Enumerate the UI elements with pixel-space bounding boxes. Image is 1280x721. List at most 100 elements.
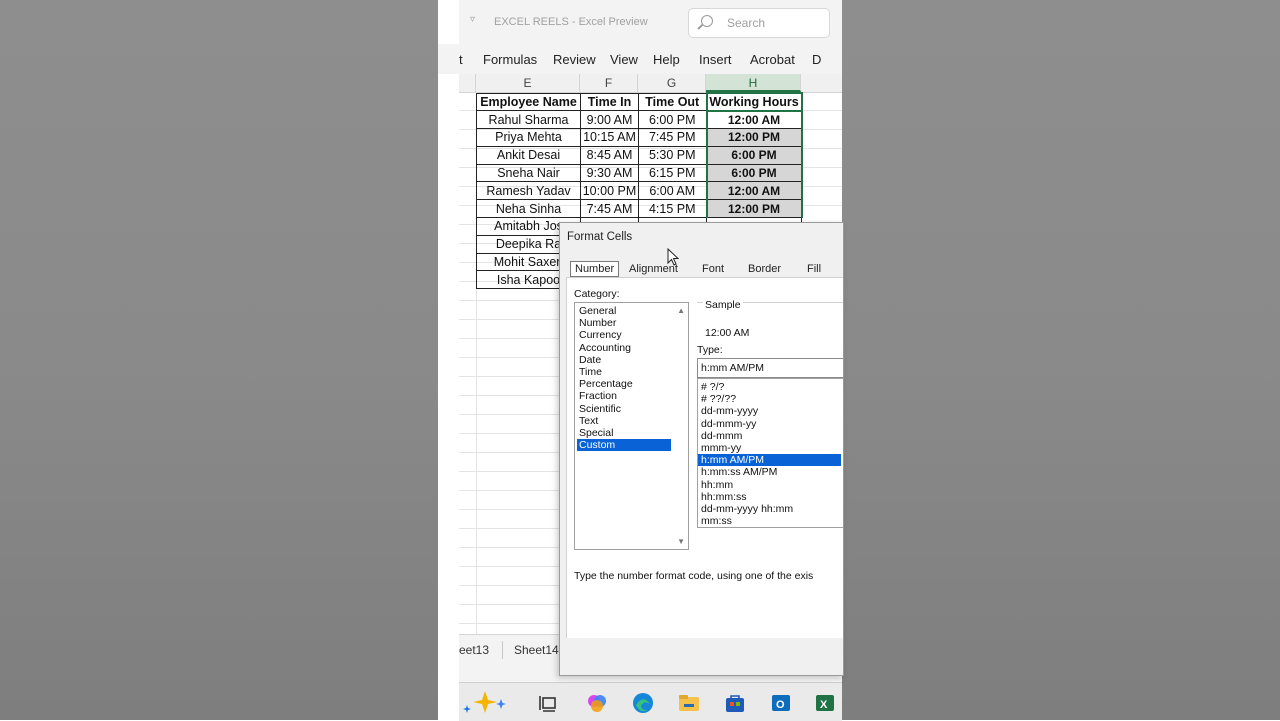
ribbon-tab-acrobat[interactable]: Acrobat [750, 52, 795, 67]
type-item[interactable]: mmm-yy [698, 442, 841, 454]
working-hours-cell[interactable]: 12:00 PM [705, 199, 803, 219]
category-item[interactable]: Text [577, 415, 671, 427]
ribbon-tab-insert[interactable]: Insert [699, 52, 732, 67]
table-cell[interactable]: Ramesh Yadav [476, 181, 581, 201]
category-item[interactable]: Fraction [577, 390, 671, 402]
sheet-tab[interactable]: Sheet14 [514, 643, 559, 657]
header-cell[interactable]: Time In [580, 92, 639, 112]
ribbon-tab-review[interactable]: Review [553, 52, 596, 67]
table-cell[interactable]: Sneha Nair [476, 163, 581, 183]
category-item[interactable]: Scientific [577, 403, 671, 415]
type-item[interactable]: hh:mm [698, 479, 841, 491]
copilot-icon[interactable] [461, 689, 511, 715]
table-cell[interactable]: 7:45 AM [580, 199, 639, 219]
dialog-tab-fill[interactable]: Fill [807, 263, 821, 275]
ribbon-tab-view[interactable]: View [610, 52, 638, 67]
dialog-tab-bar: Number Alignment Font Border Fill [566, 259, 843, 279]
dialog-tab-number[interactable]: Number [570, 261, 620, 277]
excel-icon[interactable]: X [814, 692, 836, 714]
ribbon-tab-partial[interactable]: t [459, 52, 463, 67]
table-cell[interactable]: Priya Mehta [476, 128, 581, 147]
type-input[interactable]: h:mm AM/PM [697, 358, 843, 378]
header-cell[interactable]: Employee Name [476, 92, 581, 112]
dialog-tab-font[interactable]: Font [702, 263, 724, 275]
table-cell[interactable]: 6:15 PM [638, 163, 707, 183]
type-item[interactable]: dd-mm-yyyy hh:mm [698, 503, 841, 515]
outlook-icon[interactable]: O [770, 692, 792, 714]
category-item[interactable]: Accounting [577, 342, 671, 354]
table-cell[interactable]: 7:45 PM [638, 128, 707, 147]
column-header-bar: E F G H [459, 74, 842, 93]
task-view-icon[interactable] [538, 692, 560, 714]
sheet-tab[interactable]: eet13 [459, 643, 489, 657]
working-hours-cell[interactable]: 12:00 PM [705, 128, 803, 147]
table-cell[interactable]: 4:15 PM [638, 199, 707, 219]
search-icon [701, 15, 713, 27]
scroll-up-icon[interactable]: ▲ [677, 306, 685, 315]
category-item[interactable]: Number [577, 317, 671, 329]
working-hours-cell[interactable]: 12:00 AM [705, 181, 803, 201]
search-placeholder: Search [727, 16, 766, 30]
search-box[interactable]: Search [688, 8, 830, 38]
category-list[interactable]: General Number Currency Accounting Date … [574, 302, 689, 550]
category-item[interactable]: Date [577, 354, 671, 366]
sheet-tab-divider [502, 641, 503, 659]
table-row: Ankit Desai 8:45 AM 5:30 PM 6:00 PM [476, 145, 803, 165]
column-header-g[interactable]: G [638, 74, 706, 92]
column-header-e[interactable]: E [476, 74, 580, 92]
working-hours-cell[interactable]: 6:00 PM [705, 163, 803, 183]
table-cell[interactable]: 10:15 AM [580, 128, 639, 147]
ribbon-tab-formulas[interactable]: Formulas [483, 52, 537, 67]
type-item[interactable]: mm:ss [698, 515, 841, 527]
column-header-f[interactable]: F [580, 74, 638, 92]
category-item[interactable]: Currency [577, 329, 671, 341]
quick-access-dropdown-icon[interactable]: ▿ [470, 14, 475, 25]
table-cell[interactable]: 10:00 PM [580, 181, 639, 201]
type-item-selected[interactable]: h:mm AM/PM [698, 454, 841, 467]
ribbon-tab-partial-right[interactable]: D [812, 52, 821, 67]
sample-label: Sample [703, 299, 743, 311]
type-item[interactable]: hh:mm:ss [698, 491, 841, 503]
row-header-corner[interactable] [459, 74, 476, 92]
column-header-h[interactable]: H [706, 74, 801, 92]
table-cell[interactable]: 5:30 PM [638, 145, 707, 165]
mouse-cursor-icon [667, 248, 679, 266]
store-icon[interactable] [724, 692, 746, 714]
category-item[interactable]: Percentage [577, 378, 671, 390]
table-cell[interactable]: 9:30 AM [580, 163, 639, 183]
type-item[interactable]: # ??/?? [698, 393, 841, 405]
table-cell[interactable]: 8:45 AM [580, 145, 639, 165]
table-cell[interactable]: Neha Sinha [476, 199, 581, 219]
category-item-selected[interactable]: Custom [577, 439, 671, 452]
table-row: Sneha Nair 9:30 AM 6:15 PM 6:00 PM [476, 163, 803, 183]
number-tab-panel: Category: General Number Currency Accoun… [566, 277, 843, 638]
type-item[interactable]: dd-mmm-yy [698, 418, 841, 430]
table-row: Neha Sinha 7:45 AM 4:15 PM 12:00 PM [476, 199, 803, 219]
file-explorer-icon[interactable] [678, 692, 700, 714]
working-hours-cell[interactable]: 12:00 AM [705, 110, 803, 130]
type-item[interactable]: dd-mmm [698, 430, 841, 442]
blurred-background-left [0, 0, 438, 720]
ribbon-tab-help[interactable]: Help [653, 52, 680, 67]
header-cell[interactable]: Time Out [638, 92, 707, 112]
category-item[interactable]: Time [577, 366, 671, 378]
category-item[interactable]: Special [577, 427, 671, 439]
type-item[interactable]: dd-mm-yyyy [698, 405, 841, 417]
type-item[interactable]: # ?/? [698, 381, 841, 393]
table-cell[interactable]: 9:00 AM [580, 110, 639, 130]
table-cell[interactable]: Rahul Sharma [476, 110, 581, 130]
category-item[interactable]: General [577, 305, 671, 317]
scroll-down-icon[interactable]: ▼ [677, 537, 685, 546]
type-list[interactable]: # ?/? # ??/?? dd-mm-yyyy dd-mmm-yy dd-mm… [697, 378, 843, 528]
edge-icon[interactable] [632, 692, 654, 714]
working-hours-cell[interactable]: 6:00 PM [705, 145, 803, 165]
blurred-background-right [842, 0, 1280, 720]
dialog-tab-border[interactable]: Border [748, 263, 781, 275]
table-cell[interactable]: 6:00 AM [638, 181, 707, 201]
table-cell[interactable]: 6:00 PM [638, 110, 707, 130]
type-item[interactable]: h:mm:ss AM/PM [698, 466, 841, 478]
sample-value: 12:00 AM [705, 327, 750, 339]
header-cell[interactable]: Working Hours [705, 92, 803, 112]
table-cell[interactable]: Ankit Desai [476, 145, 581, 165]
copilot-app-icon[interactable] [586, 692, 608, 714]
